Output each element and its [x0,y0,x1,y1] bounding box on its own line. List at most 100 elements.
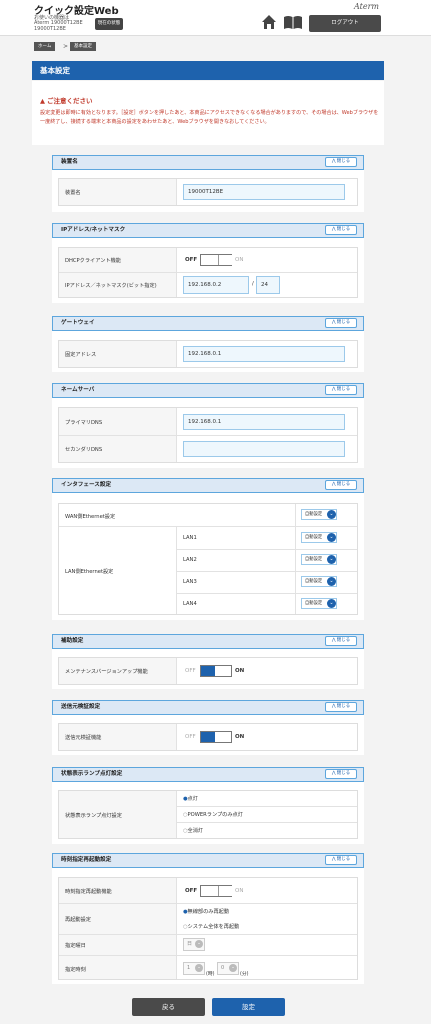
section-title: 装置名 [61,159,78,165]
source-check-toggle[interactable] [200,731,232,743]
aux-frame: メンテナンスバージョンアップ機能 OFF ON [58,657,358,685]
primary-dns-label: プライマリDNS [65,420,103,426]
section-header-gateway: ゲートウェイ 閉じる [52,316,364,331]
section-header-ip: IPアドレス/ネットマスク 閉じる [52,223,364,238]
netmask-input[interactable]: 24 [256,276,280,294]
ip-mask-label: IPアドレス／ネットマスク(ビット指定) [65,283,157,289]
section-header-source-check: 送信元検証設定 閉じる [52,700,364,715]
logout-button[interactable]: ログアウト [309,15,381,32]
section-header-lamp: 状態表示ランプ点灯設定 閉じる [52,767,364,782]
chevron-down-icon: ⌄ [195,940,203,948]
device-name-input[interactable]: 19000T12BE [183,184,345,200]
lan2-label: LAN2 [183,557,197,563]
section-title: 補助設定 [61,638,84,644]
row-divider [177,806,357,807]
lamp-option-all-off[interactable]: ○全消灯 [183,827,203,834]
lan4-label: LAN4 [183,601,197,607]
notice-text: 設定変更は即時に有効となります。［設定］ボタンを押したあと、本商品にアクセスでき… [40,110,379,125]
brand-logo: Aterm [354,2,379,11]
collapse-button[interactable]: 閉じる [325,480,357,490]
lan4-select[interactable]: 自動設定 ⌄ [301,598,337,609]
select-value: 自動設定 [305,601,323,606]
back-button[interactable]: 戻る [132,998,205,1016]
gateway-frame: 固定アドレス 192.168.0.1 [58,340,358,368]
submit-button[interactable]: 設定 [212,998,285,1016]
reboot-hour-select[interactable]: 1 ⌄ [183,962,205,975]
mask-separator: / [252,281,254,287]
gateway-input[interactable]: 192.168.0.1 [183,346,345,362]
section-header-interface: インタフェース設定 閉じる [52,478,364,493]
reboot-day-label: 指定曜日 [65,943,86,949]
ip-frame: DHCPクライアント機能 OFF ON IPアドレス／ネットマスク(ビット指定)… [58,247,358,298]
toggle-knob [201,666,215,676]
collapse-button[interactable]: 閉じる [325,225,357,235]
reboot-mode-wireless[interactable]: ●無線部のみ再起動 [183,908,229,915]
wan-ethernet-select[interactable]: 自動設定 ⌄ [301,509,337,520]
secondary-dns-input[interactable] [183,441,345,457]
chevron-down-icon: ⌄ [327,577,336,586]
ip-address-input[interactable]: 192.168.0.2 [183,276,249,294]
home-icon[interactable] [261,14,277,30]
collapse-button[interactable]: 閉じる [325,636,357,646]
notice-box: ▲ ご注意ください 設定変更は即時に有効となります。［設定］ボタンを押したあと、本… [32,81,384,145]
reboot-func-label: 時刻指定再起動機能 [65,889,112,895]
dhcp-on-label: ON [235,257,244,263]
select-value: 自動設定 [305,535,323,540]
reboot-toggle[interactable] [200,885,232,897]
lan1-select[interactable]: 自動設定 ⌄ [301,532,337,543]
breadcrumb-separator: > [63,43,69,50]
collapse-button[interactable]: 閉じる [325,855,357,865]
lamp-frame: 状態表示ランプ点灯設定 ●点灯 ○POWERランプのみ点灯 ○全消灯 [58,790,358,839]
maintenance-update-toggle[interactable] [200,665,232,677]
lan2-select[interactable]: 自動設定 ⌄ [301,554,337,565]
reboot-day-select[interactable]: 日 ⌄ [183,938,205,951]
dhcp-label: DHCPクライアント機能 [65,258,121,264]
primary-dns-input[interactable]: 192.168.0.1 [183,414,345,430]
select-value: 0 [221,965,225,971]
collapse-button[interactable]: 閉じる [325,157,357,167]
breadcrumb-home[interactable]: ホーム [34,42,56,51]
lan1-label: LAN1 [183,535,197,541]
manual-book-icon[interactable] [283,15,303,30]
maintenance-off-label: OFF [185,668,196,674]
collapse-button[interactable]: 閉じる [325,385,357,395]
notice-title-text: ご注意ください [47,97,93,105]
select-value: 1 [187,965,191,971]
collapse-button[interactable]: 閉じる [325,769,357,779]
radio-label: システム全体を再起動 [187,924,240,930]
interface-frame: WAN側Ethernet設定 自動設定 ⌄ LAN側Ethernet設定 LAN1… [58,503,358,615]
section-title: 送信元検証設定 [61,704,101,710]
section-title: インタフェース設定 [61,482,112,488]
row-divider [59,934,357,935]
lamp-option-on[interactable]: ●点灯 [183,795,198,802]
lamp-option-power-only[interactable]: ○POWERランプのみ点灯 [183,811,243,818]
hour-unit: (時) [206,972,215,977]
row-divider [59,272,357,273]
chevron-down-icon: ⌄ [327,510,336,519]
row-divider [177,593,357,594]
breadcrumb-current: 基本設定 [70,42,96,51]
maintenance-update-label: メンテナンスバージョンアップ機能 [65,669,148,675]
reboot-mode-label: 再起動設定 [65,917,91,923]
select-value: 自動設定 [305,512,323,517]
row-divider [177,571,357,572]
toggle-knob [218,255,232,265]
section-header-aux: 補助設定 閉じる [52,634,364,649]
reboot-mode-system[interactable]: ○システム全体を再起動 [183,923,239,930]
section-title: IPアドレス/ネットマスク [61,227,126,233]
warning-icon: ▲ [40,97,45,105]
status-button[interactable]: 現在の状態 [95,18,123,30]
chevron-down-icon: ⌄ [327,555,336,564]
collapse-button[interactable]: 閉じる [325,318,357,328]
gateway-label: 固定アドレス [65,352,97,358]
row-divider [59,435,357,436]
lan3-select[interactable]: 自動設定 ⌄ [301,576,337,587]
reboot-minute-select[interactable]: 0 ⌄ [217,962,239,975]
dhcp-toggle[interactable] [200,254,232,266]
lan3-label: LAN3 [183,579,197,585]
select-value: 自動設定 [305,579,323,584]
reboot-on-label: ON [235,888,244,894]
wan-ethernet-label: WAN側Ethernet設定 [65,514,116,520]
section-title: ゲートウェイ [61,320,95,326]
collapse-button[interactable]: 閉じる [325,702,357,712]
